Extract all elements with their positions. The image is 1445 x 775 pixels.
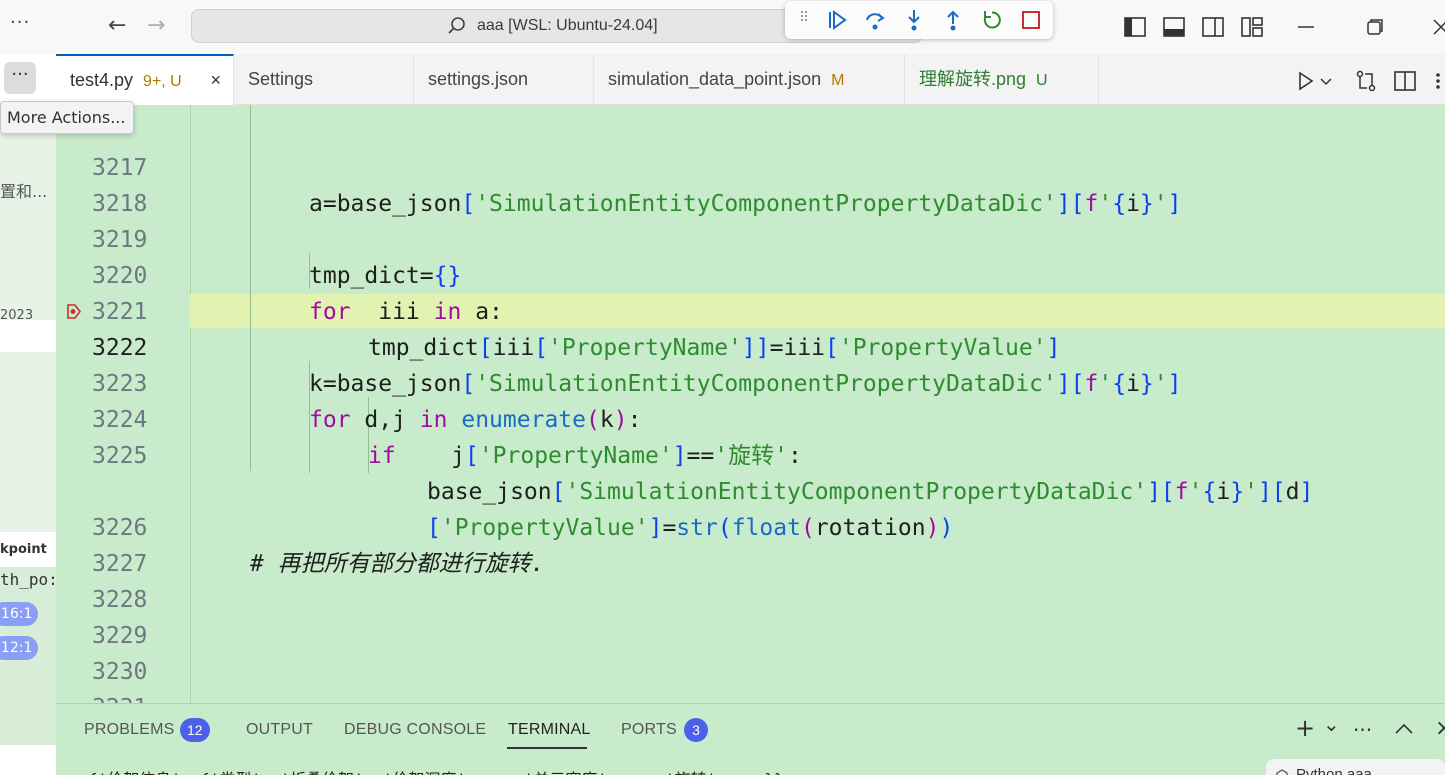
sidebar-section-middle xyxy=(0,352,56,532)
tab-label: test4.py xyxy=(70,70,134,90)
breakpoint-path[interactable]: th_po: xyxy=(0,570,56,589)
problems-count-badge: 12 xyxy=(180,718,210,742)
line-number: 3231 xyxy=(92,690,147,703)
code-line[interactable]: 3230 xyxy=(56,618,1445,685)
sidebar-item-text[interactable]: 2023 xyxy=(0,308,33,323)
breakpoints-header[interactable]: kpoint xyxy=(0,542,47,557)
split-editor-icon[interactable] xyxy=(1392,68,1418,94)
code-line[interactable]: 3218 xyxy=(56,150,1445,217)
customize-layout-icon[interactable] xyxy=(1239,14,1265,40)
tab-test4-py[interactable]: test4.py 9+, U × xyxy=(56,54,234,105)
tab-badge: M xyxy=(831,72,845,89)
breakpoint-line-badge[interactable]: 412:1 xyxy=(0,636,38,660)
close-icon[interactable]: × xyxy=(210,56,221,105)
tab-label: settings.json xyxy=(428,69,529,89)
code-line-wrapped[interactable]: ['PropertyValue']=str(float(rotation)) xyxy=(56,438,1445,541)
compare-changes-icon[interactable] xyxy=(1353,68,1379,94)
code-line[interactable]: 3228 xyxy=(56,546,1445,613)
toggle-secondary-sidebar-icon[interactable] xyxy=(1200,14,1226,40)
code-line[interactable]: 3220 for iii in a: xyxy=(56,222,1445,325)
tab-output[interactable]: OUTPUT xyxy=(246,721,313,739)
terminal-profile-tab[interactable]: Python aaa xyxy=(1266,759,1445,775)
breakpoint-line-badge[interactable]: 316:1 xyxy=(0,602,38,626)
chevron-down-icon[interactable] xyxy=(1319,68,1333,94)
maximize-panel-icon[interactable] xyxy=(1393,721,1415,737)
code-line[interactable]: 3226 # 再把所有部分都进行旋转. xyxy=(56,474,1445,577)
tab-settings[interactable]: Settings xyxy=(234,54,414,105)
code-line[interactable]: 3219 tmp_dict={} xyxy=(56,186,1445,289)
code-line[interactable]: 3223 for d,j in enumerate(k): xyxy=(56,330,1445,433)
terminal-dropdown-icon[interactable]: ⌄ xyxy=(1323,712,1340,736)
more-actions-tooltip: More Actions... xyxy=(0,101,135,134)
sidebar-item-text[interactable]: 置和... xyxy=(0,178,47,202)
code-line[interactable]: 3217 a=base_json['SimulationEntityCompon… xyxy=(56,114,1445,217)
code-line[interactable]: 3221 tmp_dict[iii['PropertyName']]=iii['… xyxy=(56,258,1445,361)
panel-more-actions-icon[interactable]: ··· xyxy=(1353,718,1372,742)
code-line[interactable]: 3229 xyxy=(56,582,1445,649)
code-line[interactable]: 3231 xyxy=(56,654,1445,703)
more-actions-icon[interactable] xyxy=(1431,68,1445,94)
bottom-panel: PROBLEMS 12 OUTPUT DEBUG CONSOLE TERMINA… xyxy=(56,703,1445,775)
step-into-icon[interactable] xyxy=(902,8,926,32)
tab-simulation-data-point-json[interactable]: simulation_data_point.json M xyxy=(594,54,905,105)
title-bar: ··· ← → aaa [WSL: Ubuntu-24.04] ⠿ xyxy=(0,0,1445,54)
debug-toolbar: ⠿ xyxy=(785,1,1053,39)
primary-sidebar: ··· 置和... 2023 kpoint th_po: 316:1 412:1 xyxy=(0,54,56,775)
more-actions-button[interactable]: ··· xyxy=(4,62,36,94)
tab-label: 理解旋转.png xyxy=(919,69,1027,89)
tab-settings-json[interactable]: settings.json xyxy=(414,54,594,105)
tab-problems[interactable]: PROBLEMS xyxy=(84,721,175,739)
step-over-icon[interactable] xyxy=(863,8,887,32)
app-menu-button[interactable]: ··· xyxy=(10,12,30,33)
toggle-primary-sidebar-icon[interactable] xyxy=(1122,14,1148,40)
sidebar-section-top xyxy=(0,132,56,320)
forward-arrow-icon[interactable]: → xyxy=(147,13,165,38)
close-panel-icon[interactable]: × xyxy=(1435,716,1445,741)
restore-icon[interactable] xyxy=(1362,14,1388,40)
code-line-current[interactable]: 3222 k=base_json['SimulationEntityCompon… xyxy=(56,294,1445,397)
tab-label: Settings xyxy=(248,69,314,89)
terminal-icon xyxy=(1276,769,1288,775)
command-center-label: aaa [WSL: Ubuntu-24.04] xyxy=(477,17,658,34)
close-window-icon[interactable] xyxy=(1428,14,1445,40)
back-arrow-icon[interactable]: ← xyxy=(108,13,126,38)
ports-count-badge: 3 xyxy=(684,718,708,742)
toggle-panel-icon[interactable] xyxy=(1161,14,1187,40)
tab-badge: U xyxy=(1036,72,1048,89)
continue-icon[interactable] xyxy=(825,8,849,32)
tab-label: simulation_data_point.json xyxy=(608,69,822,89)
tab-rotation-png[interactable]: 理解旋转.png U xyxy=(905,54,1099,105)
drag-grip-icon[interactable]: ⠿ xyxy=(799,10,809,26)
code-line[interactable]: 3227 xyxy=(56,510,1445,577)
stop-icon[interactable] xyxy=(1019,8,1043,32)
terminal-output-line: {'伦架信息': {'类型': '折叠伦架', '伦架深度': ... '单元宽… xyxy=(88,766,784,775)
code-editor[interactable]: 3217 a=base_json['SimulationEntityCompon… xyxy=(56,105,1445,703)
step-out-icon[interactable] xyxy=(941,8,965,32)
tab-terminal[interactable]: TERMINAL xyxy=(508,721,591,739)
tab-badge: 9+, U xyxy=(143,73,182,90)
code-line[interactable]: 3225 base_json['SimulationEntityComponen… xyxy=(56,402,1445,505)
terminal-profile-label: Python aaa xyxy=(1296,766,1372,775)
code-line[interactable]: 3224 if j['PropertyName']=='旋转': xyxy=(56,366,1445,469)
tab-ports[interactable]: PORTS xyxy=(621,721,677,739)
editor-tab-bar: test4.py 9+, U × Settings settings.json s… xyxy=(56,54,1445,105)
restart-icon[interactable] xyxy=(980,8,1004,32)
tab-debug-console[interactable]: DEBUG CONSOLE xyxy=(344,721,486,739)
search-icon xyxy=(448,17,465,34)
active-tab-indicator xyxy=(507,747,587,749)
run-python-icon[interactable] xyxy=(1293,68,1319,94)
minimize-icon[interactable] xyxy=(1293,14,1319,40)
new-terminal-icon[interactable]: + xyxy=(1295,714,1315,742)
